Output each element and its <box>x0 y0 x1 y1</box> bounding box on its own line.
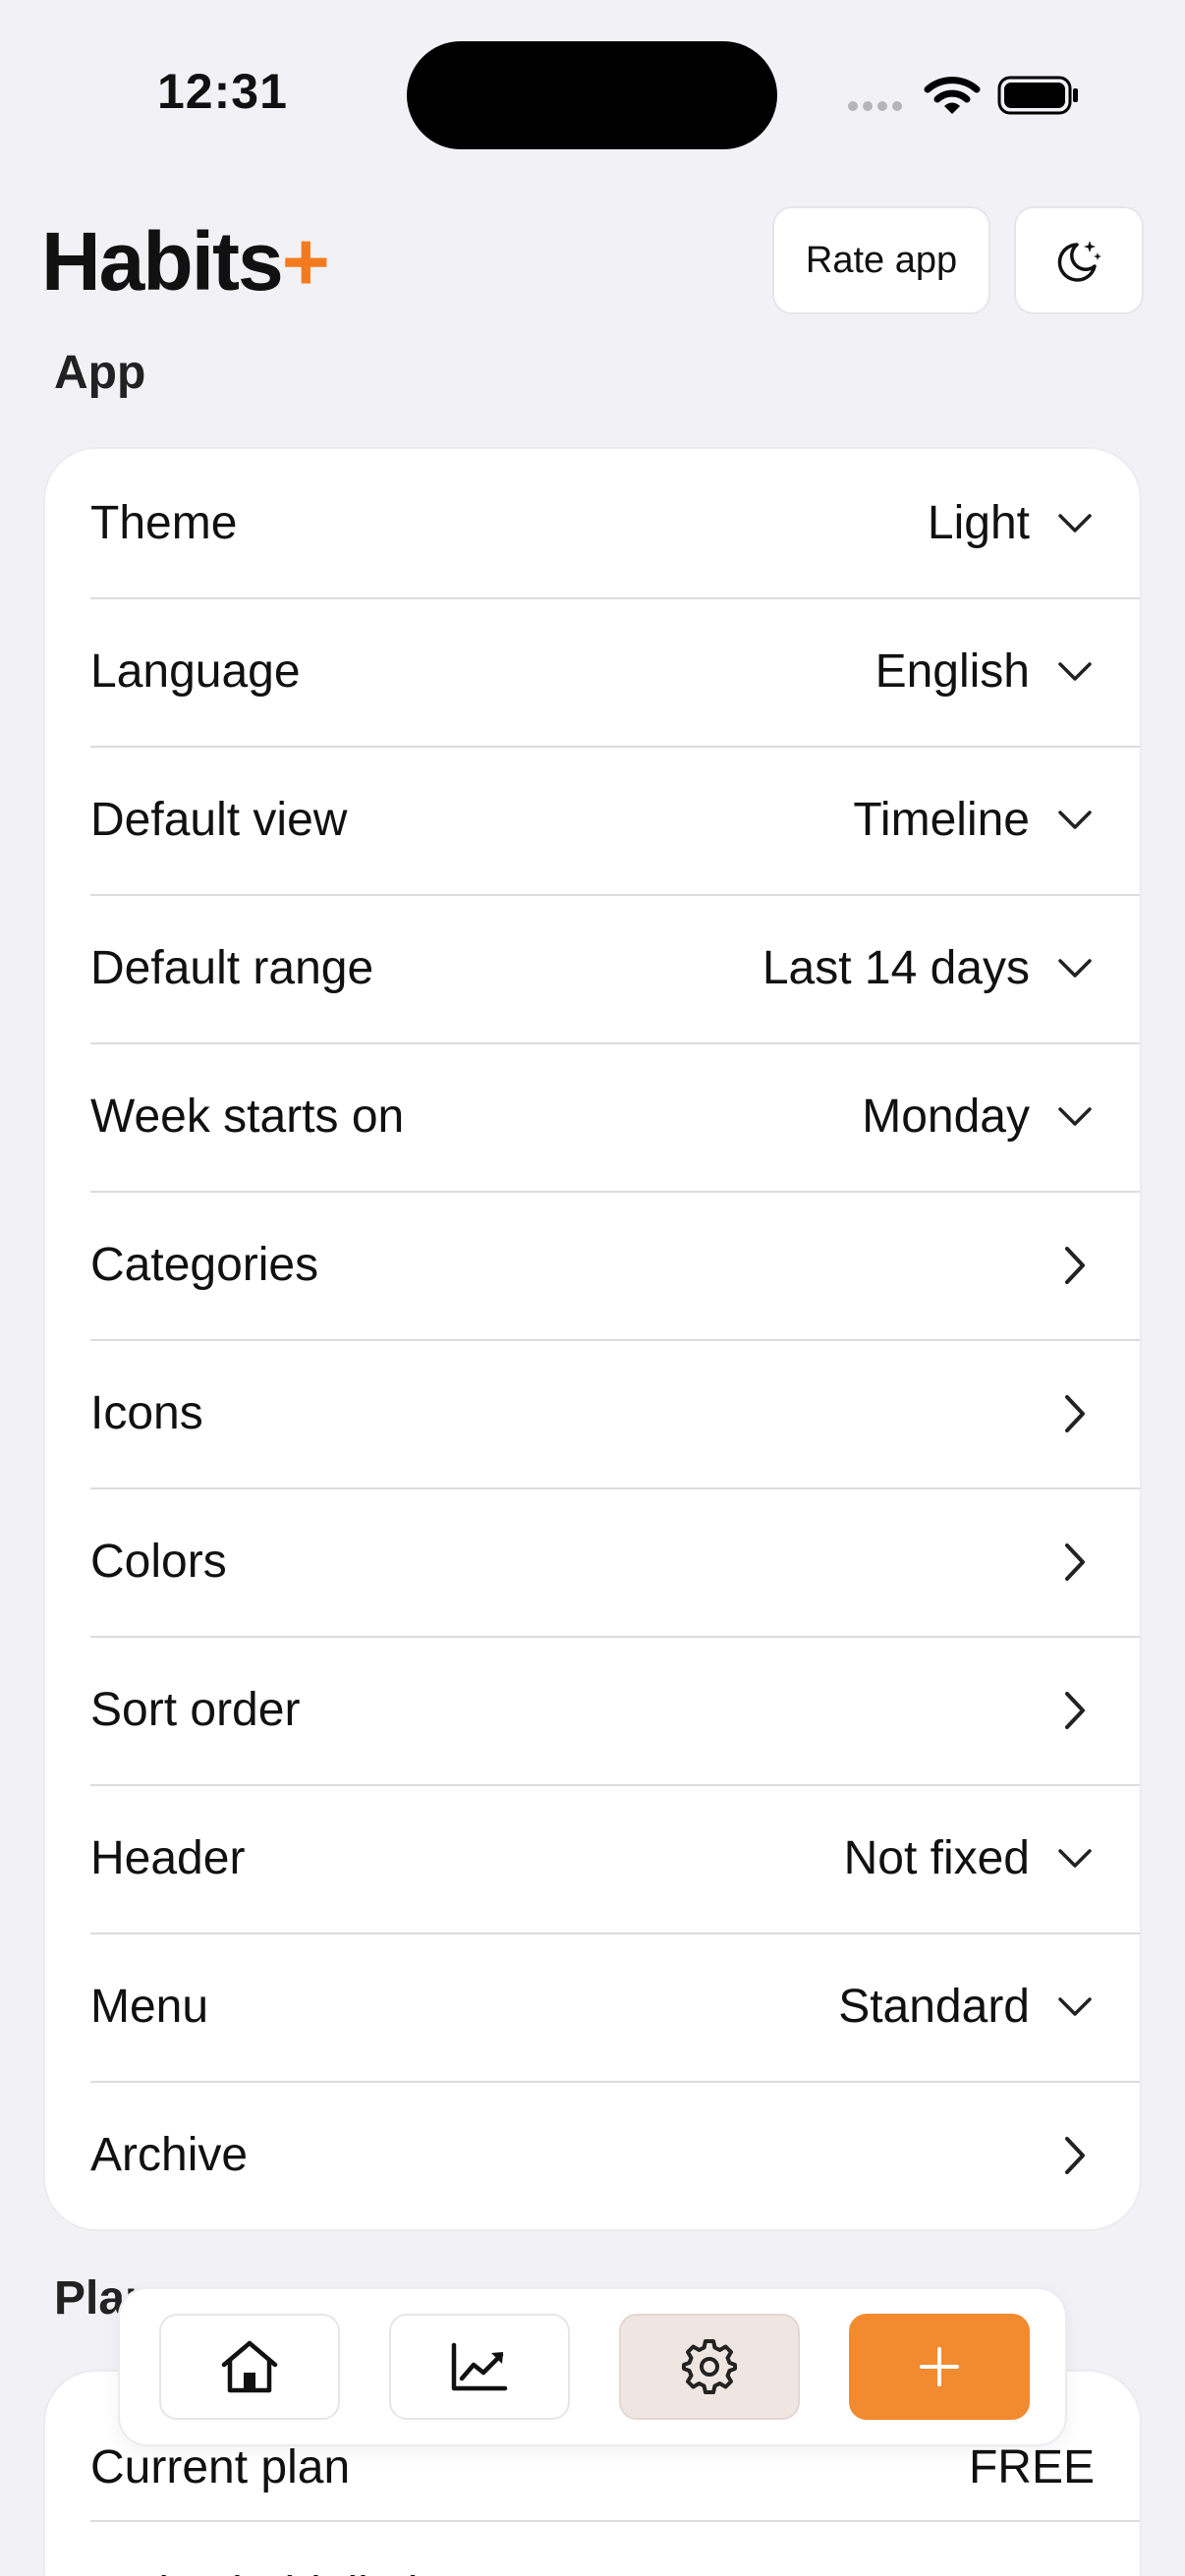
chevron-right-icon <box>1055 2136 1095 2175</box>
bottom-nav <box>118 2287 1067 2446</box>
row-value: Timeline <box>853 794 1030 846</box>
status-time: 12:31 <box>157 64 288 119</box>
chevron-down-icon <box>1055 1097 1095 1137</box>
app-title: Habits+ <box>41 214 330 309</box>
app-title-plus: + <box>281 215 330 308</box>
row-label: Colors <box>90 1536 227 1588</box>
rate-app-button[interactable]: Rate app <box>772 206 990 314</box>
row-label: Archive <box>90 2129 249 2181</box>
row-value: Last 14 days <box>762 942 1030 994</box>
row-archive[interactable]: Archive <box>45 2081 1140 2229</box>
row-label: Categories <box>90 1239 319 1291</box>
row-value: FREE <box>968 2441 1095 2493</box>
chevron-right-icon <box>1055 1691 1095 1730</box>
wifi-icon <box>924 77 981 114</box>
row-language[interactable]: Language English <box>45 597 1140 746</box>
row-colors[interactable]: Colors <box>45 1487 1140 1636</box>
chevron-down-icon <box>1055 504 1095 543</box>
chevron-down-icon <box>1055 949 1095 988</box>
row-label: Language <box>90 645 301 698</box>
theme-toggle-button[interactable] <box>1014 206 1144 314</box>
row-label: Sort order <box>90 1684 301 1736</box>
row-value: Standard <box>838 1981 1030 2033</box>
chevron-down-icon <box>1055 801 1095 840</box>
row-value: Monday <box>862 1091 1030 1143</box>
row-value: English <box>875 645 1030 698</box>
home-icon <box>221 2340 278 2393</box>
battery-icon <box>997 76 1078 115</box>
plus-icon <box>920 2347 959 2386</box>
row-label: Theme <box>90 497 238 549</box>
chevron-down-icon <box>1055 1839 1095 1878</box>
row-icons[interactable]: Icons <box>45 1339 1140 1487</box>
row-default-view[interactable]: Default view Timeline <box>45 746 1140 894</box>
row-value: Not fixed <box>843 1832 1030 1884</box>
row-default-range[interactable]: Default range Last 14 days <box>45 894 1140 1042</box>
chart-icon <box>451 2342 508 2391</box>
app-settings-card: Theme Light Language English Default vie… <box>43 447 1142 2231</box>
nav-add-button[interactable] <box>849 2314 1030 2420</box>
row-label: Header <box>90 1832 246 1884</box>
chevron-down-icon <box>1055 652 1095 692</box>
row-value: Light <box>927 497 1030 549</box>
chevron-down-icon <box>1055 1988 1095 2027</box>
row-label: Week starts on <box>90 1091 405 1143</box>
signal-icon <box>848 101 902 111</box>
settings-screen: 12:31 Habits+ Rate app App Theme Light L… <box>0 0 1185 2576</box>
row-label: Active habit limit <box>90 2567 1068 2576</box>
nav-home-button[interactable] <box>159 2314 340 2420</box>
row-label: Menu <box>90 1981 209 2033</box>
row-label: Current plan <box>90 2441 351 2493</box>
chevron-right-icon <box>1055 1394 1095 1433</box>
gear-icon <box>682 2339 737 2394</box>
nav-settings-button[interactable] <box>619 2314 800 2420</box>
chevron-right-icon <box>1055 1542 1095 1582</box>
row-menu[interactable]: Menu Standard <box>45 1932 1140 2081</box>
row-theme[interactable]: Theme Light <box>45 449 1140 597</box>
row-categories[interactable]: Categories <box>45 1191 1140 1339</box>
moon-stars-icon <box>1057 241 1101 282</box>
row-active-habit-limit[interactable]: Active habit limit 5 <box>45 2520 1140 2576</box>
section-title-app: App <box>54 347 146 399</box>
nav-stats-button[interactable] <box>389 2314 570 2420</box>
row-label: Icons <box>90 1387 203 1439</box>
row-header[interactable]: Header Not fixed <box>45 1784 1140 1932</box>
row-label: Default view <box>90 794 348 846</box>
chevron-right-icon <box>1055 1246 1095 1285</box>
row-label: Default range <box>90 942 374 994</box>
row-sort-order[interactable]: Sort order <box>45 1636 1140 1784</box>
app-title-text: Habits <box>41 215 284 308</box>
row-week-starts-on[interactable]: Week starts on Monday <box>45 1042 1140 1191</box>
dynamic-island <box>407 41 777 149</box>
row-value: 5 <box>1068 2567 1095 2576</box>
